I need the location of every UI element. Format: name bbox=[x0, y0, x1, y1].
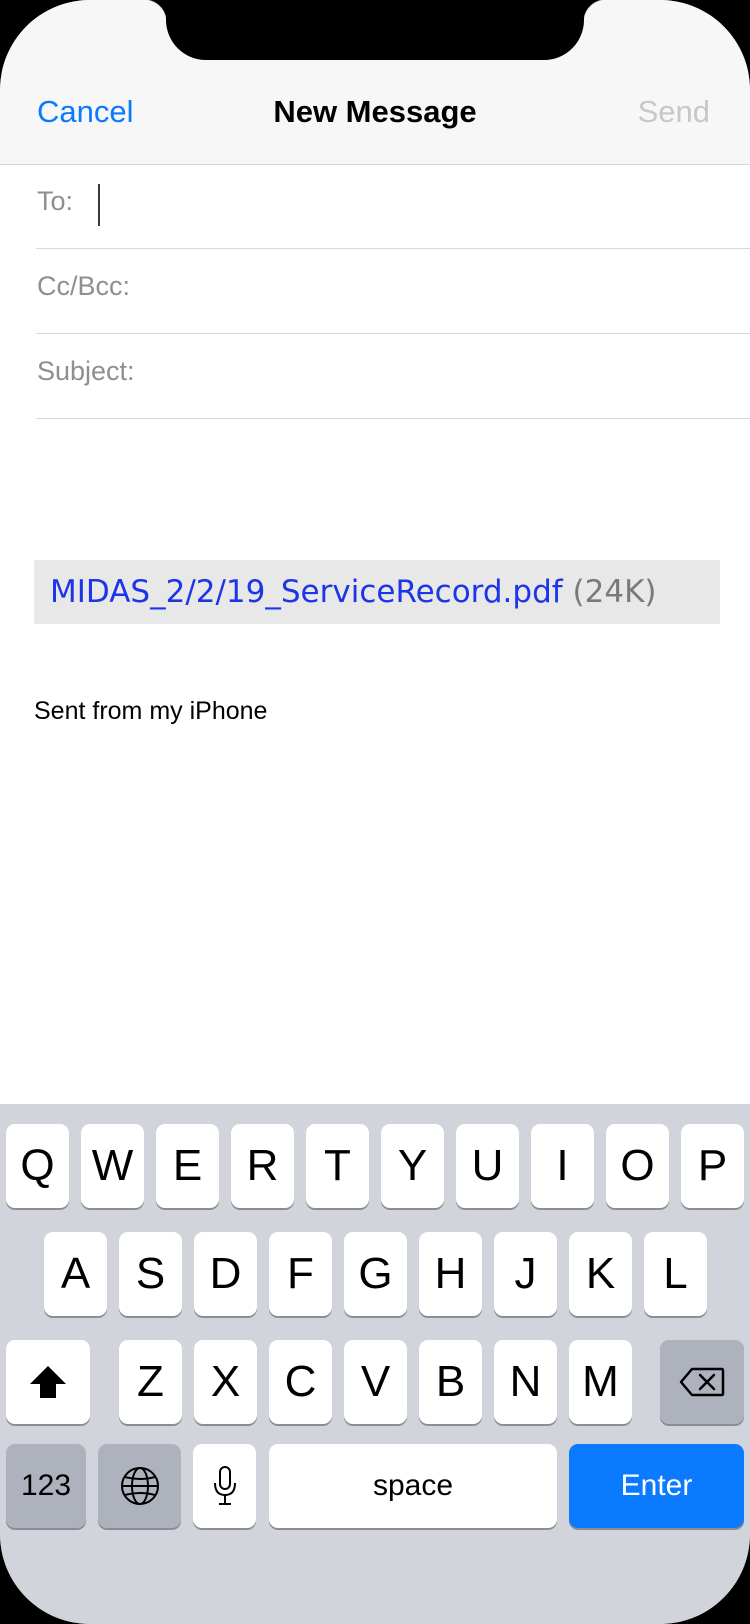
ccbcc-field[interactable]: Cc/Bcc: bbox=[36, 249, 750, 334]
key-q[interactable]: Q bbox=[6, 1124, 69, 1208]
attachment-size: (24K) bbox=[572, 574, 657, 610]
key-w[interactable]: W bbox=[81, 1124, 144, 1208]
key-m[interactable]: M bbox=[569, 1340, 632, 1424]
key-t[interactable]: T bbox=[306, 1124, 369, 1208]
microphone-key[interactable] bbox=[193, 1444, 256, 1528]
key-y[interactable]: Y bbox=[381, 1124, 444, 1208]
numbers-key[interactable]: 123 bbox=[6, 1444, 86, 1528]
email-signature: Sent from my iPhone bbox=[34, 697, 268, 725]
key-v[interactable]: V bbox=[344, 1340, 407, 1424]
key-s[interactable]: S bbox=[119, 1232, 182, 1316]
ccbcc-input[interactable] bbox=[142, 261, 740, 319]
text-cursor bbox=[98, 184, 100, 226]
key-b[interactable]: B bbox=[419, 1340, 482, 1424]
phone-screen: Cancel New Message Send To: Cc/Bcc: Subj… bbox=[0, 0, 750, 1624]
enter-key[interactable]: Enter bbox=[569, 1444, 744, 1528]
key-h[interactable]: H bbox=[419, 1232, 482, 1316]
key-k[interactable]: K bbox=[569, 1232, 632, 1316]
keyboard: Q W E R T Y U I O P A S D F G H J K L Z … bbox=[0, 1104, 750, 1624]
to-label: To: bbox=[37, 186, 74, 216]
subject-label: Subject: bbox=[37, 356, 135, 386]
attachment-chip[interactable]: MIDAS_2/2/19_ServiceRecord.pdf (24K) bbox=[34, 560, 720, 624]
key-g[interactable]: G bbox=[344, 1232, 407, 1316]
globe-icon bbox=[120, 1466, 160, 1506]
device-notch bbox=[144, 0, 606, 60]
key-d[interactable]: D bbox=[194, 1232, 257, 1316]
key-x[interactable]: X bbox=[194, 1340, 257, 1424]
key-f[interactable]: F bbox=[269, 1232, 332, 1316]
key-n[interactable]: N bbox=[494, 1340, 557, 1424]
key-o[interactable]: O bbox=[606, 1124, 669, 1208]
key-c[interactable]: C bbox=[269, 1340, 332, 1424]
shift-arrow-icon bbox=[28, 1364, 68, 1400]
space-key[interactable]: space bbox=[269, 1444, 557, 1528]
subject-field[interactable]: Subject: bbox=[36, 334, 750, 419]
to-input[interactable] bbox=[102, 176, 740, 234]
send-button[interactable]: Send bbox=[638, 94, 710, 130]
key-u[interactable]: U bbox=[456, 1124, 519, 1208]
key-l[interactable]: L bbox=[644, 1232, 707, 1316]
attachment-filename: MIDAS_2/2/19_ServiceRecord.pdf bbox=[50, 574, 563, 610]
delete-key[interactable] bbox=[660, 1340, 744, 1424]
microphone-icon bbox=[212, 1465, 238, 1507]
key-i[interactable]: I bbox=[531, 1124, 594, 1208]
globe-key[interactable] bbox=[98, 1444, 181, 1528]
key-z[interactable]: Z bbox=[119, 1340, 182, 1424]
shift-key[interactable] bbox=[6, 1340, 90, 1424]
key-j[interactable]: J bbox=[494, 1232, 557, 1316]
backspace-icon bbox=[679, 1367, 725, 1397]
subject-input[interactable] bbox=[146, 346, 740, 404]
key-p[interactable]: P bbox=[681, 1124, 744, 1208]
key-e[interactable]: E bbox=[156, 1124, 219, 1208]
ccbcc-label: Cc/Bcc: bbox=[37, 271, 131, 301]
key-r[interactable]: R bbox=[231, 1124, 294, 1208]
to-field[interactable]: To: bbox=[36, 164, 750, 249]
key-a[interactable]: A bbox=[44, 1232, 107, 1316]
attachment-link[interactable]: MIDAS_2/2/19_ServiceRecord.pdf (24K) bbox=[50, 574, 657, 610]
